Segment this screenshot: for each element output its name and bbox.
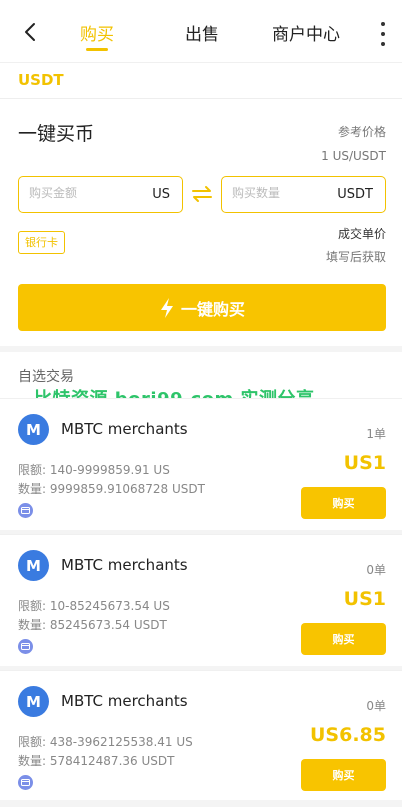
- limit-text: 限额: 10-85245673.54 US: [18, 599, 170, 613]
- currency-tab-usdt[interactable]: USDT: [18, 71, 64, 89]
- app: 购买 出售 商户中心 USDT 一键买币 参考价格 1 US/USDT US: [0, 0, 402, 807]
- quantity-unit: USDT: [337, 187, 373, 202]
- avatar: M: [18, 550, 49, 581]
- quick-buy-panel: 一键买币 参考价格 1 US/USDT US USDT 银行卡 成交单价 填写后…: [0, 98, 402, 346]
- bank-card-icon: [18, 775, 33, 790]
- tab-sell[interactable]: 出售: [185, 20, 219, 45]
- reference-price-label: 参考价格: [337, 125, 386, 139]
- swap-icon[interactable]: [191, 184, 213, 204]
- more-dot-icon: [381, 42, 385, 46]
- more-dot-icon: [381, 32, 385, 36]
- buy-button[interactable]: 购买: [301, 623, 386, 655]
- price-value: US1: [343, 452, 386, 474]
- merchant-card: M MBTC merchants 0单 限额: 10-85245673.54 U…: [0, 534, 402, 666]
- quantity-text: 数量: 9999859.91068728 USDT: [18, 482, 205, 496]
- amount-unit: US: [152, 187, 170, 202]
- quantity-field: USDT: [221, 176, 386, 213]
- avatar: M: [18, 686, 49, 717]
- lightning-icon: [159, 297, 175, 319]
- chevron-left-icon: [25, 23, 35, 41]
- payment-method-badge[interactable]: 银行卡: [18, 231, 65, 254]
- limit-text: 限额: 140-9999859.91 US: [18, 463, 170, 477]
- more-dot-icon: [381, 22, 385, 26]
- order-count: 0单: [366, 699, 386, 713]
- tab-buy[interactable]: 购买: [80, 20, 114, 45]
- merchant-name: MBTC merchants: [61, 420, 188, 438]
- top-nav: 购买 出售 商户中心: [0, 0, 402, 62]
- quantity-input[interactable]: [232, 186, 342, 200]
- buy-button[interactable]: 购买: [301, 759, 386, 791]
- order-count: 1单: [366, 427, 386, 441]
- currency-bar: USDT: [0, 62, 402, 98]
- quick-buy-button[interactable]: 一键购买: [18, 284, 386, 331]
- quick-buy-title: 一键买币: [18, 123, 95, 145]
- quantity-text: 数量: 578412487.36 USDT: [18, 754, 175, 768]
- unit-price-label: 成交单价: [337, 227, 386, 241]
- active-tab-indicator: [86, 48, 108, 51]
- buy-button[interactable]: 购买: [301, 487, 386, 519]
- more-menu-button[interactable]: [378, 22, 388, 46]
- reference-price-value: 1 US/USDT: [321, 149, 386, 163]
- tab-merchant-center[interactable]: 商户中心: [272, 20, 340, 45]
- bank-card-icon: [18, 503, 33, 518]
- unit-price-hint: 填写后获取: [325, 250, 386, 264]
- back-button[interactable]: [18, 18, 42, 46]
- bank-card-icon: [18, 639, 33, 654]
- quantity-text: 数量: 85245673.54 USDT: [18, 618, 167, 632]
- merchant-card: M MBTC merchants 0单 限额: 438-3962125538.4…: [0, 670, 402, 800]
- merchant-name: MBTC merchants: [61, 692, 188, 710]
- section-title: 自选交易: [18, 369, 74, 385]
- amount-field: US: [18, 176, 183, 213]
- quick-buy-label: 一键购买: [180, 299, 245, 319]
- price-value: US1: [343, 588, 386, 610]
- avatar: M: [18, 414, 49, 445]
- limit-text: 限额: 438-3962125538.41 US: [18, 735, 193, 749]
- amount-input[interactable]: [29, 186, 139, 200]
- order-count: 0单: [366, 563, 386, 577]
- merchant-name: MBTC merchants: [61, 556, 188, 574]
- merchant-card: M MBTC merchants 1单 限额: 140-9999859.91 U…: [0, 398, 402, 530]
- price-value: US6.85: [310, 724, 386, 746]
